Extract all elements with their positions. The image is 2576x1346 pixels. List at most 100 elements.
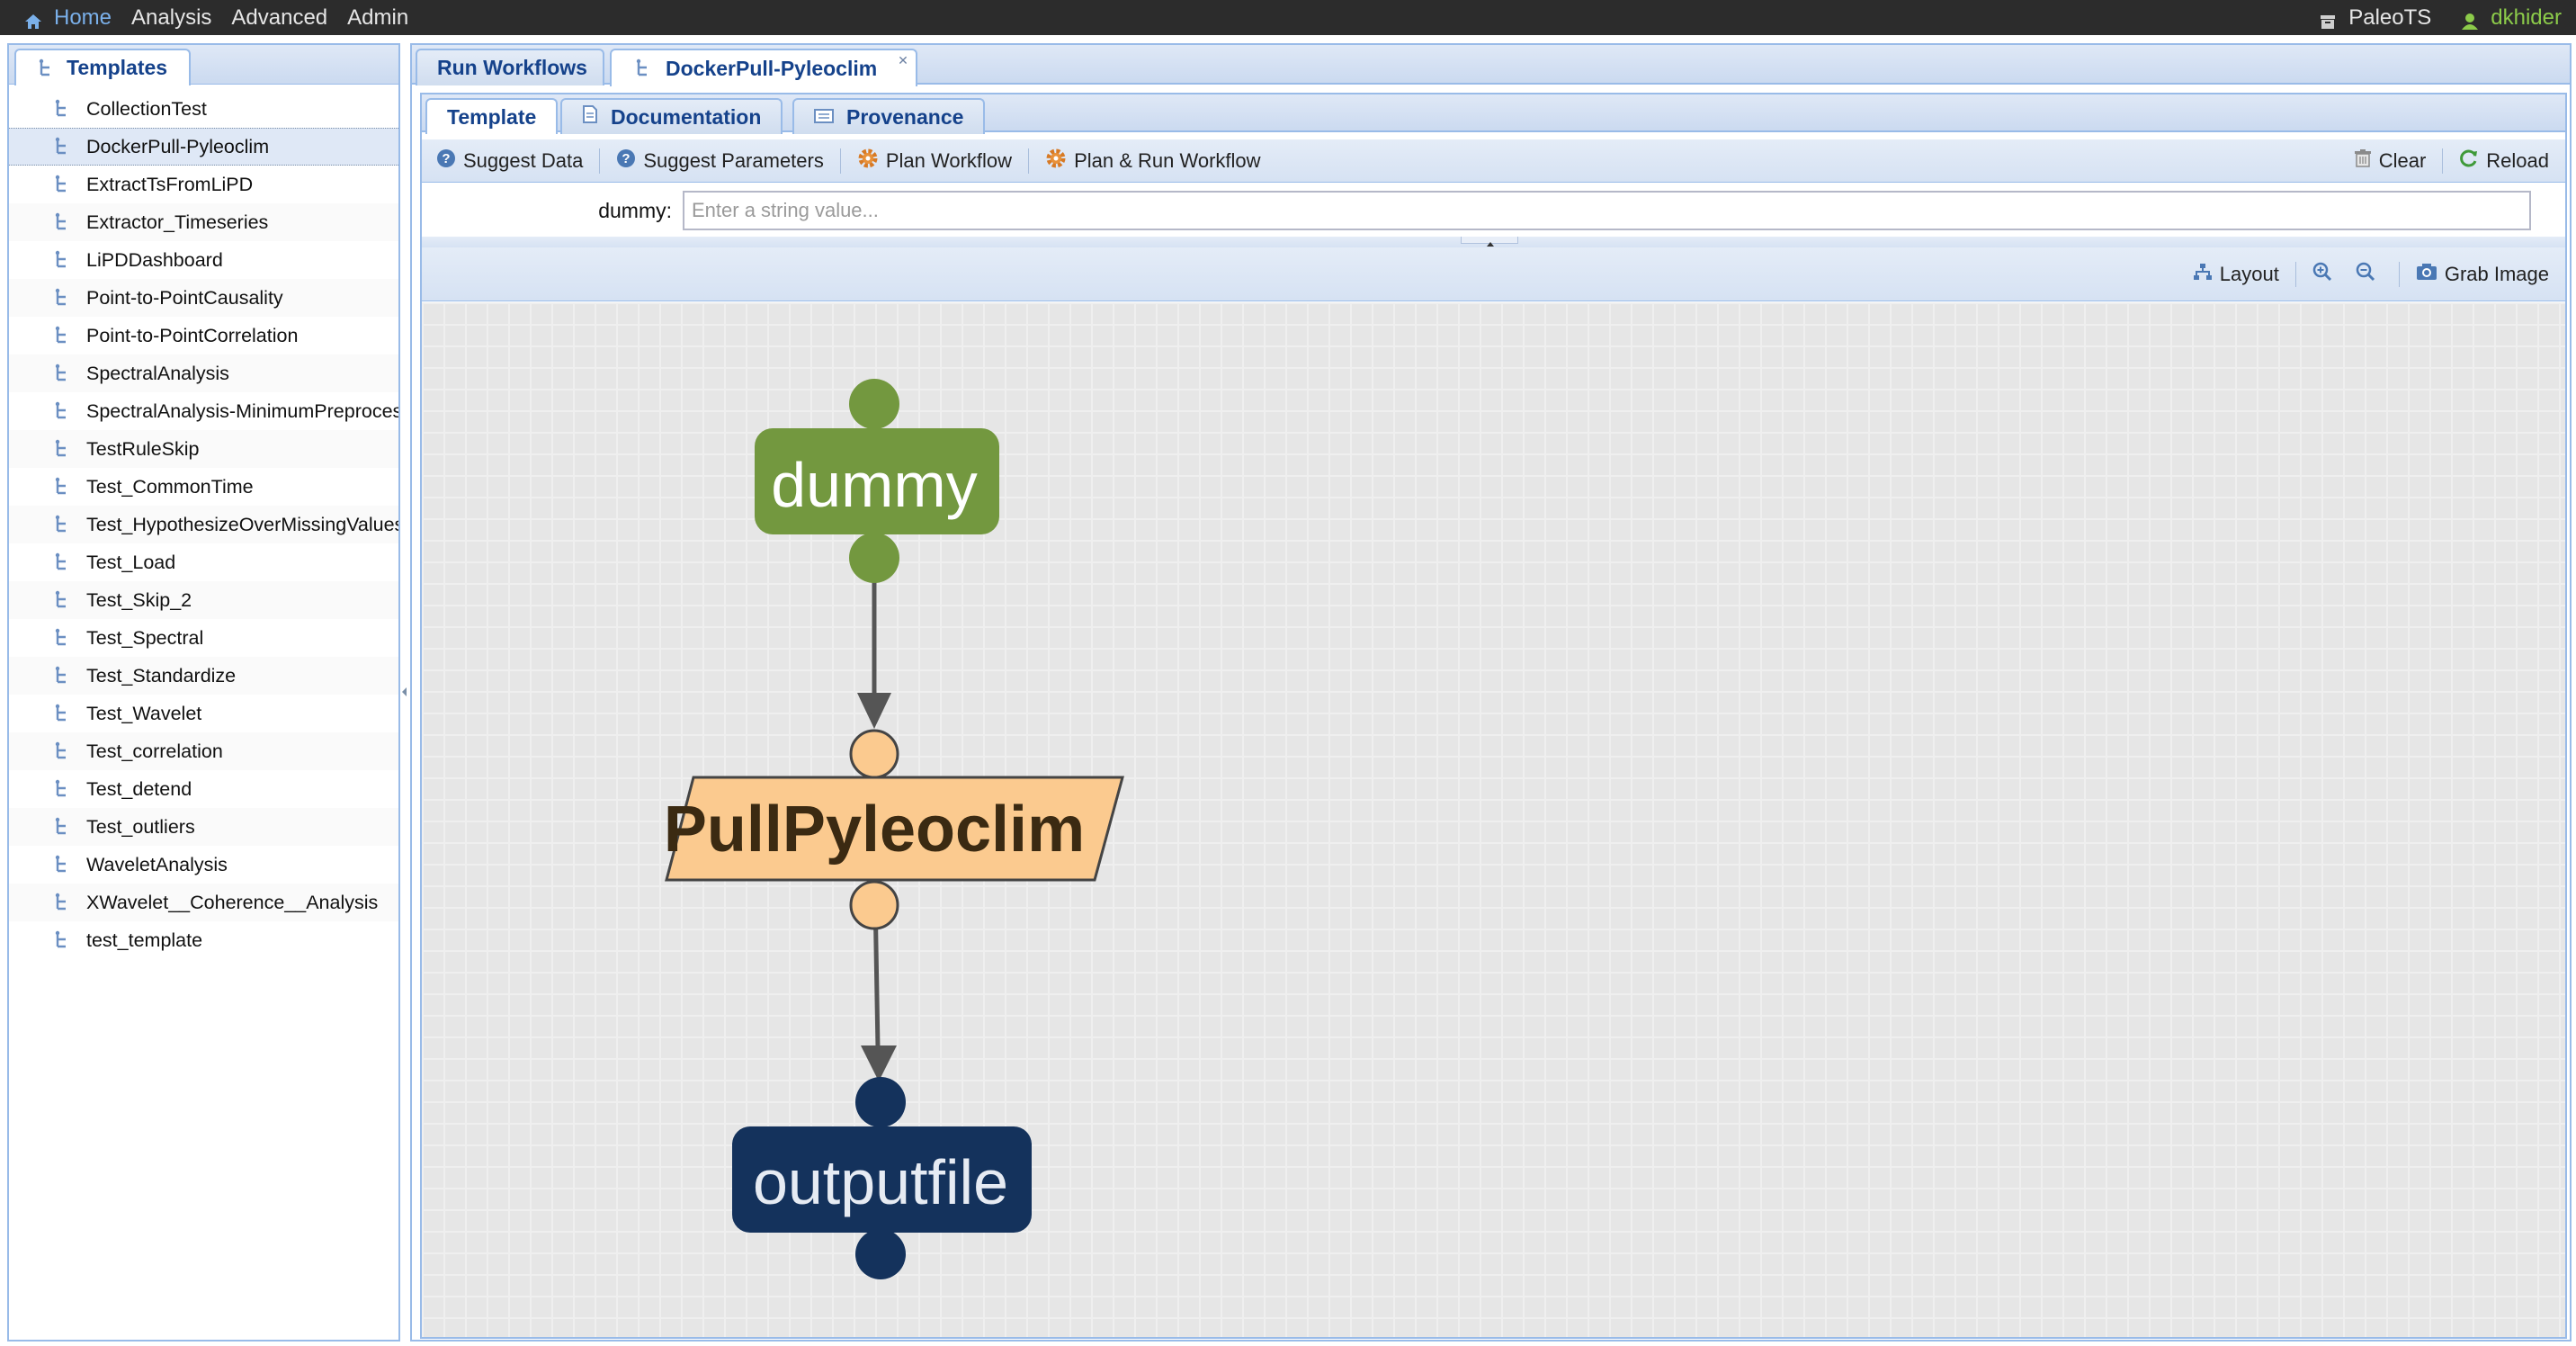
template-list-item[interactable]: Test_Skip_2 — [9, 581, 398, 619]
reload-button[interactable]: Reload — [2459, 148, 2549, 174]
tab-documentation[interactable]: Documentation — [560, 98, 783, 134]
template-list-item-label: Test_Skip_2 — [86, 588, 192, 611]
toolbar-separator — [1028, 148, 1030, 174]
tree-icon — [54, 439, 70, 459]
workflow-graph: dummy PullPyleoclim outputfile — [664, 379, 1124, 1279]
collapse-form-handle[interactable] — [1461, 237, 1518, 247]
template-list-item[interactable]: WaveletAnalysis — [9, 846, 398, 884]
template-list-item[interactable]: CollectionTest — [9, 90, 398, 128]
graph-node-outputfile[interactable]: outputfile — [732, 1077, 1032, 1279]
nav-home[interactable]: Home — [0, 0, 131, 35]
template-list-item[interactable]: Test_outliers — [9, 808, 398, 846]
grab-image-button[interactable]: Grab Image — [2416, 263, 2549, 286]
template-editor: Template Documentation Provenance ? Sugg… — [420, 93, 2567, 1339]
user-menu[interactable]: dkhider — [2446, 0, 2576, 35]
graph-node-pullpyleoclim[interactable]: PullPyleoclim — [664, 729, 1124, 930]
svg-text:?: ? — [622, 151, 631, 166]
template-list-item-label: SpectralAnalysis — [86, 362, 229, 384]
tree-icon — [54, 515, 70, 534]
template-list-item[interactable]: test_template — [9, 921, 398, 959]
template-list-item-label: TestRuleSkip — [86, 437, 200, 460]
template-toolbar: ? Suggest Data ? Suggest Parameters Plan… — [422, 139, 2565, 183]
template-list: CollectionTest DockerPull-Pyleoclim Extrac… — [9, 90, 398, 959]
grab-image-label: Grab Image — [2444, 263, 2549, 285]
nav-advanced[interactable]: Advanced — [231, 0, 347, 35]
graph-node-dummy[interactable]: dummy — [755, 379, 999, 583]
tab-template[interactable]: Template — [425, 98, 559, 134]
tab-template-label: Template — [447, 104, 537, 129]
template-list-item[interactable]: Test_Wavelet — [9, 695, 398, 732]
suggest-parameters-button[interactable]: ? Suggest Parameters — [616, 148, 824, 174]
tab-run-workflows[interactable]: Run Workflows — [416, 49, 604, 85]
nav-admin-label: Admin — [347, 5, 409, 30]
tab-provenance[interactable]: Provenance — [792, 98, 986, 134]
home-icon — [23, 8, 43, 29]
tree-icon — [635, 58, 651, 78]
dummy-field-label: dummy: — [598, 198, 672, 222]
template-list-item[interactable]: Test_Load — [9, 543, 398, 581]
templates-panel: Templates CollectionTest DockerPull-Pyleo… — [7, 43, 400, 1342]
tree-icon — [54, 137, 70, 157]
suggest-data-button[interactable]: ? Suggest Data — [436, 148, 583, 174]
project-box-icon — [2318, 8, 2338, 29]
gear-icon — [1045, 148, 1067, 175]
tab-documentation-label: Documentation — [611, 104, 762, 129]
template-list-item[interactable]: Test_CommonTime — [9, 468, 398, 506]
document-icon — [582, 104, 598, 130]
tab-templates[interactable]: Templates — [14, 49, 191, 85]
template-list-item[interactable]: Point-to-PointCausality — [9, 279, 398, 317]
canvas-toolbar: Layout Grab Image — [422, 247, 2565, 301]
layout-label: Layout — [2219, 263, 2279, 285]
toolbar-separator — [599, 148, 601, 174]
toolbar-separator — [2294, 262, 2296, 287]
nav-advanced-label: Advanced — [231, 5, 328, 30]
parameter-form: dummy: — [422, 184, 2565, 238]
zoom-in-button[interactable] — [2312, 262, 2339, 287]
node-label: outputfile — [753, 1147, 1008, 1217]
close-tab-icon[interactable]: ✕ — [896, 54, 910, 68]
node-label: dummy — [771, 450, 977, 520]
form-splitter[interactable] — [422, 237, 2565, 247]
plan-run-workflow-button[interactable]: Plan & Run Workflow — [1045, 148, 1261, 175]
template-list-item[interactable]: Point-to-PointCorrelation — [9, 317, 398, 354]
nav-analysis-label: Analysis — [131, 5, 212, 30]
sitemap-icon — [2193, 262, 2213, 287]
template-list-item[interactable]: Test_HypothesizeOverMissingValues — [9, 506, 398, 543]
project-name: PaleoTS — [2348, 5, 2432, 30]
workflow-canvas[interactable]: dummy PullPyleoclim outputfile — [422, 302, 2565, 1337]
zoom-out-button[interactable] — [2356, 262, 2383, 287]
refresh-icon — [2459, 148, 2479, 174]
tree-icon — [54, 99, 70, 119]
template-list-item[interactable]: Test_correlation — [9, 732, 398, 770]
template-list-item[interactable]: XWavelet__Coherence__Analysis — [9, 884, 398, 921]
template-list-item-label: Extractor_Timeseries — [86, 211, 269, 233]
dummy-field[interactable] — [683, 191, 2531, 230]
tree-icon — [54, 817, 70, 837]
nav-admin[interactable]: Admin — [347, 0, 428, 35]
template-list-item[interactable]: ExtractTsFromLiPD — [9, 166, 398, 203]
layout-button[interactable]: Layout — [2193, 262, 2279, 287]
template-list-item-label: Test_Spectral — [86, 626, 204, 649]
template-list-item[interactable]: LiPDDashboard — [9, 241, 398, 279]
template-list-item[interactable]: SpectralAnalysis — [9, 354, 398, 392]
template-list-item[interactable]: Test_detend — [9, 770, 398, 808]
template-list-item[interactable]: Test_Spectral — [9, 619, 398, 657]
collapse-left-panel-handle[interactable] — [400, 682, 409, 702]
tab-dockerpull-pyleoclim[interactable]: DockerPull-Pyleoclim ✕ — [610, 49, 917, 86]
user-icon — [2460, 8, 2480, 30]
help-icon: ? — [436, 148, 456, 174]
template-list-item[interactable]: SpectralAnalysis-MinimumPreprocess — [9, 392, 398, 430]
toolbar-separator — [2398, 262, 2400, 287]
template-list-item-label: XWavelet__Coherence__Analysis — [86, 891, 379, 913]
template-list-item[interactable]: Extractor_Timeseries — [9, 203, 398, 241]
template-list-item[interactable]: Test_Standardize — [9, 657, 398, 695]
template-list-item-label: Point-to-PointCausality — [86, 286, 283, 309]
plan-workflow-button[interactable]: Plan Workflow — [857, 148, 1012, 175]
clear-button[interactable]: Clear — [2354, 148, 2426, 174]
template-list-item[interactable]: DockerPull-Pyleoclim — [9, 128, 398, 166]
suggest-data-label: Suggest Data — [463, 148, 584, 172]
template-list-item[interactable]: TestRuleSkip — [9, 430, 398, 468]
project-menu[interactable]: PaleoTS — [2303, 0, 2446, 35]
nav-analysis[interactable]: Analysis — [131, 0, 231, 35]
tree-icon — [54, 930, 70, 950]
